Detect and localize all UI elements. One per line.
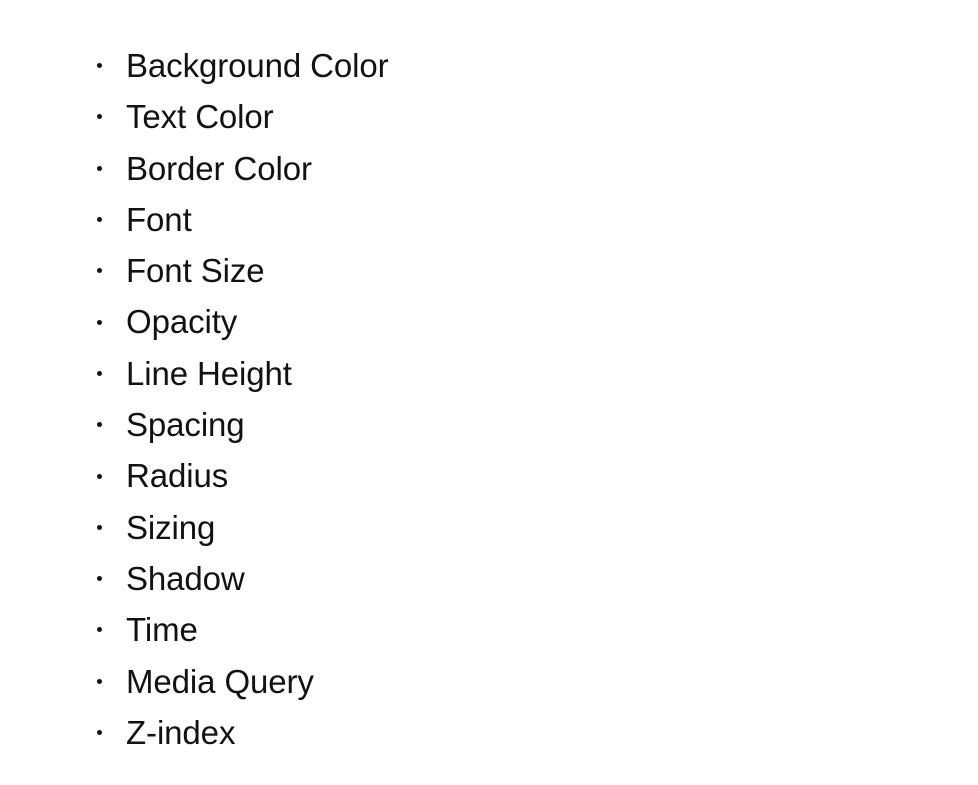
list-item: Font	[0, 194, 389, 245]
bullet-icon	[96, 576, 102, 582]
list-item-label: Time	[126, 611, 198, 649]
list-item-label: Spacing	[126, 406, 245, 444]
list-item: Shadow	[0, 553, 389, 604]
list-item-label: Font	[126, 200, 192, 238]
bullet-icon	[96, 319, 102, 325]
list-item-label: Line Height	[126, 354, 292, 392]
list-item: Opacity	[0, 296, 389, 347]
list-item-label: Sizing	[126, 508, 216, 546]
bullet-icon	[96, 63, 102, 69]
list-item: Background Color	[0, 40, 389, 91]
list-item-label: Background Color	[126, 47, 389, 84]
list-item-label: Media Query	[126, 662, 314, 700]
list-item: Spacing	[0, 399, 389, 450]
list-item-label: Border Color	[126, 149, 312, 187]
list-item-label: Opacity	[126, 303, 238, 341]
list-item-label: Text Color	[126, 98, 274, 136]
bullet-icon	[96, 370, 102, 376]
list-item: Line Height	[0, 348, 389, 399]
bullet-icon	[96, 678, 102, 684]
list-item: Font Size	[0, 245, 389, 296]
list-item: Z-index	[0, 707, 389, 758]
bullet-icon	[96, 268, 102, 274]
bullet-icon	[96, 165, 102, 171]
list-item-label: Radius	[126, 457, 229, 495]
list-item-label: Z-index	[126, 713, 236, 751]
bullet-icon	[96, 422, 102, 428]
list-item: Text Color	[0, 91, 389, 142]
list-item-label: Shadow	[126, 559, 245, 597]
bullet-icon	[96, 473, 102, 479]
bullet-icon	[96, 730, 102, 735]
list-item: Sizing	[0, 502, 389, 553]
bullet-icon	[96, 627, 102, 633]
list-item: Time	[0, 604, 389, 655]
token-category-list: Background Color Text Color Border Color…	[0, 40, 389, 758]
list-item-label: Font Size	[126, 252, 265, 290]
list-item: Media Query	[0, 656, 389, 707]
bullet-icon	[96, 114, 102, 120]
list-item: Radius	[0, 450, 389, 501]
list-item: Border Color	[0, 143, 389, 194]
document-page: Background Color Text Color Border Color…	[0, 0, 978, 785]
bullet-icon	[96, 217, 102, 223]
bullet-icon	[96, 524, 102, 530]
